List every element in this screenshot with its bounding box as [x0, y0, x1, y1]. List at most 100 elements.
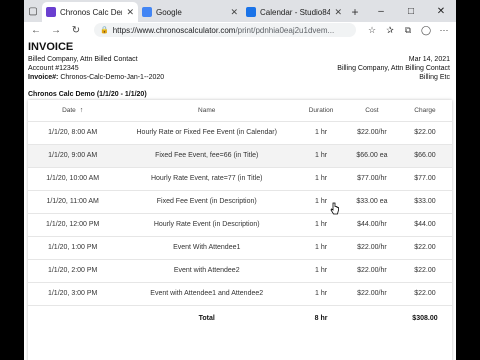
- favorites-icon[interactable]: ✰: [382, 22, 398, 38]
- mouse-pointer-icon: [330, 202, 339, 215]
- row-date: 1/1/20, 1:00 PM: [28, 235, 118, 259]
- address-bar-row: ← → ↻ 🔒 https://www.chronoscalculator.co…: [24, 22, 456, 38]
- date-column-header[interactable]: Date ↑: [28, 100, 117, 121]
- table-row[interactable]: 1/1/20, 11:00 AM Fixed Fee Event (in Des…: [28, 189, 452, 213]
- total-duration: 8 hr: [296, 304, 346, 331]
- row-date: 1/1/20, 12:00 PM: [28, 212, 118, 236]
- calendar-favicon-icon: [246, 7, 256, 17]
- url-host: https://www.chronoscalculator.com: [112, 25, 236, 35]
- row-name: Event With Attendee1: [117, 235, 297, 259]
- table-row[interactable]: 1/1/20, 1:00 PM Event With Attendee1 1 h…: [28, 235, 452, 259]
- name-column-header[interactable]: Name: [117, 100, 296, 121]
- tab-title: Calendar - Studio848 Studi: [260, 7, 331, 17]
- events-table-card: Date ↑ Name Duration Cost Charge 1/1/20, …: [28, 100, 452, 360]
- date-header-label: Date: [62, 106, 76, 114]
- row-charge: $33.00: [397, 189, 452, 213]
- events-table: Date ↑ Name Duration Cost Charge 1/1/20, …: [28, 100, 452, 331]
- table-row[interactable]: 1/1/20, 12:00 PM Hourly Rate Event (in D…: [28, 212, 452, 236]
- table-row[interactable]: 1/1/20, 9:00 AM Fixed Fee Event, fee=66 …: [28, 143, 452, 167]
- row-date: 1/1/20, 11:00 AM: [28, 189, 118, 213]
- row-duration: 1 hr: [296, 281, 346, 305]
- row-date: 1/1/20, 3:00 PM: [28, 281, 118, 305]
- row-name: Hourly Rate Event (in Description): [117, 212, 297, 236]
- close-tab-icon[interactable]: ✕: [230, 7, 238, 18]
- row-name: Hourly Rate or Fixed Fee Event (in Calen…: [117, 120, 297, 144]
- row-charge: $22.00: [397, 235, 452, 259]
- charge-column-header[interactable]: Charge: [398, 100, 452, 121]
- tab-actions-icon[interactable]: ▢: [24, 0, 42, 22]
- back-icon[interactable]: ←: [28, 22, 44, 38]
- row-duration: 1 hr: [296, 258, 346, 282]
- row-charge: $22.00: [397, 281, 452, 305]
- forward-icon[interactable]: →: [48, 22, 64, 38]
- row-cost: $66.00 ea: [345, 143, 398, 167]
- tab-chronos[interactable]: Chronos Calc Demo (1/1/20 ✕: [42, 2, 138, 22]
- lock-icon[interactable]: 🔒: [100, 26, 109, 34]
- billing-company: Billing Company, Attn Billing Contact: [337, 65, 450, 72]
- new-tab-button[interactable]: +: [346, 2, 364, 22]
- invoice-number-line: Invoice#: Chronos-Calc-Demo-Jan-1--2020: [28, 74, 164, 81]
- table-row[interactable]: 1/1/20, 10:00 AM Hourly Rate Event, rate…: [28, 166, 452, 190]
- row-date: 1/1/20, 9:00 AM: [28, 143, 118, 167]
- row-name: Event with Attendee2: [117, 258, 297, 282]
- close-tab-icon[interactable]: ✕: [334, 7, 342, 18]
- total-spacer: [345, 304, 398, 331]
- minimize-icon[interactable]: –: [366, 0, 396, 22]
- maximize-icon[interactable]: □: [396, 0, 426, 22]
- more-menu-icon[interactable]: ⋯: [436, 22, 452, 38]
- tab-calendar[interactable]: Calendar - Studio848 Studi ✕: [242, 2, 346, 22]
- favorite-star-icon[interactable]: ☆: [364, 22, 380, 38]
- row-date: 1/1/20, 10:00 AM: [28, 166, 118, 190]
- chronos-favicon-icon: [46, 7, 56, 17]
- collections-icon[interactable]: ⧉: [400, 22, 416, 38]
- profile-icon[interactable]: ◯: [418, 22, 434, 38]
- invoice-number: Chronos-Calc-Demo-Jan-1--2020: [60, 74, 165, 81]
- row-name: Fixed Fee Event, fee=66 (in Title): [117, 143, 297, 167]
- row-duration: 1 hr: [296, 143, 346, 167]
- row-charge: $44.00: [397, 212, 452, 236]
- duration-column-header[interactable]: Duration: [296, 100, 346, 121]
- table-row[interactable]: 1/1/20, 3:00 PM Event with Attendee1 and…: [28, 281, 452, 305]
- tab-google[interactable]: Google ✕: [138, 2, 242, 22]
- billed-to: Billed Company, Attn Billed Contact: [28, 56, 138, 63]
- invoice-date: Mar 14, 2021: [408, 56, 450, 63]
- url-path: /print/pdnhia0eaj2u1dvem...: [235, 25, 335, 35]
- row-duration: 1 hr: [296, 120, 346, 144]
- row-cost: $22.00/hr: [345, 120, 398, 144]
- invoice-title: INVOICE: [28, 41, 74, 53]
- reload-icon[interactable]: ↻: [68, 22, 84, 38]
- tab-strip: ▢ Chronos Calc Demo (1/1/20 ✕ Google ✕ C…: [24, 0, 456, 22]
- google-favicon-icon: [142, 7, 152, 17]
- row-cost: $22.00/hr: [345, 281, 398, 305]
- row-name: Event with Attendee1 and Attendee2: [117, 281, 297, 305]
- address-bar[interactable]: 🔒 https://www.chronoscalculator.com /pri…: [94, 23, 356, 37]
- browser-window: ▢ Chronos Calc Demo (1/1/20 ✕ Google ✕ C…: [24, 0, 456, 360]
- table-row[interactable]: 1/1/20, 8:00 AM Hourly Rate or Fixed Fee…: [28, 120, 452, 144]
- tab-title: Google: [156, 7, 182, 17]
- row-cost: $22.00/hr: [345, 235, 398, 259]
- sort-ascending-icon[interactable]: ↑: [80, 107, 84, 114]
- row-duration: 1 hr: [296, 166, 346, 190]
- row-cost: $22.00/hr: [345, 258, 398, 282]
- table-header-row: Date ↑ Name Duration Cost Charge: [28, 100, 452, 121]
- row-charge: $22.00: [397, 258, 452, 282]
- close-tab-icon[interactable]: ✕: [126, 7, 134, 18]
- row-cost: $44.00/hr: [345, 212, 398, 236]
- row-charge: $22.00: [397, 120, 452, 144]
- table-row[interactable]: 1/1/20, 2:00 PM Event with Attendee2 1 h…: [28, 258, 452, 282]
- section-title: Chronos Calc Demo (1/1/20 - 1/1/20): [28, 91, 147, 98]
- total-spacer: [28, 304, 118, 331]
- row-date: 1/1/20, 2:00 PM: [28, 258, 118, 282]
- total-row: Total 8 hr $308.00: [28, 304, 452, 331]
- row-duration: 1 hr: [296, 235, 346, 259]
- row-charge: $77.00: [397, 166, 452, 190]
- page-content: INVOICE Billed Company, Attn Billed Cont…: [24, 38, 456, 360]
- row-name: Hourly Rate Event, rate=77 (in Title): [117, 166, 297, 190]
- total-label: Total: [117, 304, 297, 331]
- tab-title: Chronos Calc Demo (1/1/20: [60, 7, 122, 17]
- cost-column-header[interactable]: Cost: [346, 100, 398, 121]
- row-name: Fixed Fee Event (in Description): [117, 189, 297, 213]
- close-window-icon[interactable]: ✕: [426, 0, 456, 22]
- row-cost: $77.00/hr: [345, 166, 398, 190]
- row-cost: $33.00 ea: [345, 189, 398, 213]
